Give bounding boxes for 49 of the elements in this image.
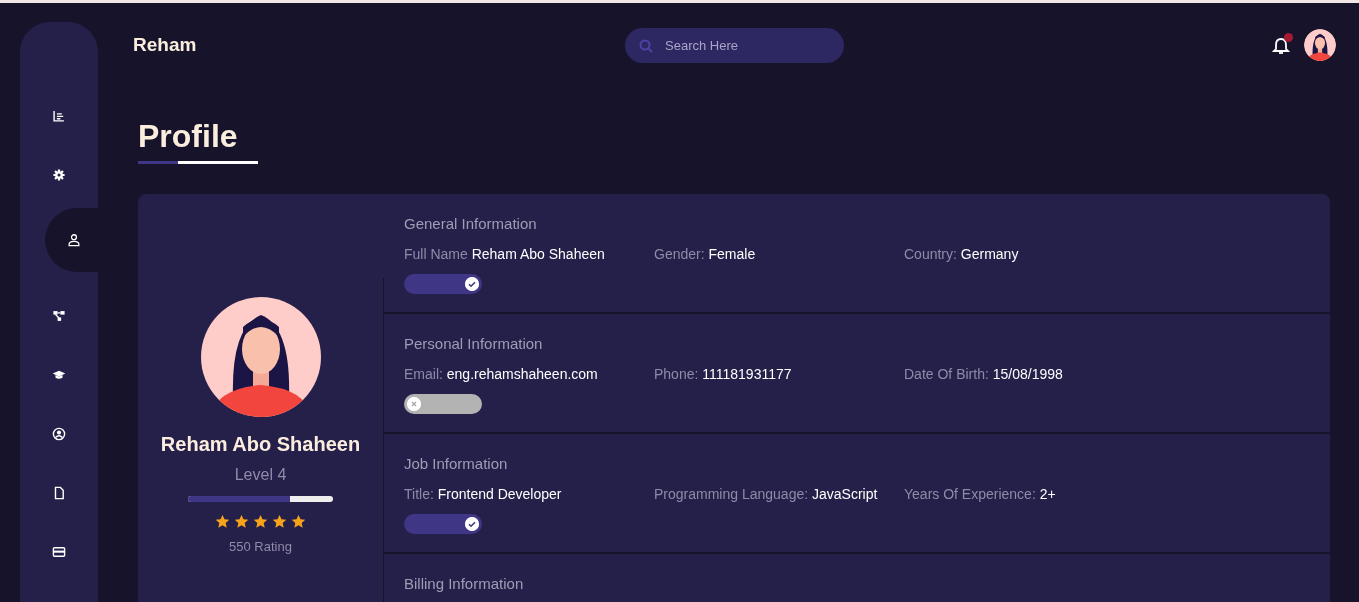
level-label: Level 4 xyxy=(234,466,287,484)
section-title: Job Information xyxy=(404,454,509,474)
field-label: Programming Language: xyxy=(654,486,809,502)
star-icon xyxy=(291,514,306,529)
field-value: 2+ xyxy=(1039,486,1056,502)
avatar-button[interactable] xyxy=(1304,29,1336,61)
field-value: Frontend Developer xyxy=(437,486,562,502)
rating-count: 550 Rating xyxy=(229,539,292,554)
field-value: eng.rehamshaheen.com xyxy=(446,366,598,382)
field-label: Date Of Birth: xyxy=(904,366,989,382)
star-icon xyxy=(234,514,249,529)
star-icon xyxy=(253,514,268,529)
section-title: Personal Information xyxy=(404,334,544,354)
field-value: Female xyxy=(708,246,756,262)
user-circle-icon xyxy=(52,426,66,441)
check-icon xyxy=(465,277,479,291)
close-icon xyxy=(407,397,421,411)
field-label: Full Name xyxy=(404,246,468,262)
field-value: JavaScript xyxy=(812,486,878,502)
field-label: Title: xyxy=(404,486,434,502)
field-value: 111181931177 xyxy=(702,366,792,382)
chart-icon xyxy=(52,108,66,123)
star-icon xyxy=(215,514,230,529)
toggle-switch[interactable] xyxy=(404,274,482,294)
field-label: Country: xyxy=(904,246,957,262)
field-label: Phone: xyxy=(654,366,699,382)
brand-name: Reham xyxy=(133,34,198,56)
field-label: Email: xyxy=(404,366,443,382)
user-icon xyxy=(67,233,81,247)
toggle-switch[interactable] xyxy=(404,514,482,534)
field-value: 15/08/1998 xyxy=(992,366,1063,382)
search-icon xyxy=(639,38,653,53)
toggle-switch[interactable] xyxy=(404,394,482,414)
file-icon xyxy=(52,485,66,500)
notification-bell[interactable] xyxy=(1270,34,1292,56)
gear-icon xyxy=(52,167,66,182)
section-title: General Information xyxy=(404,214,538,234)
field-label: Years Of Experience: xyxy=(904,486,1036,502)
section-title: Billing Information xyxy=(404,574,525,594)
field-value: Germany xyxy=(960,246,1019,262)
network-icon xyxy=(52,308,66,323)
page-title: Profile xyxy=(138,117,238,156)
field-label: Gender: xyxy=(654,246,705,262)
credit-card-icon xyxy=(52,544,66,559)
profile-name: Reham Abo Shaheen xyxy=(160,433,361,456)
star-icon xyxy=(272,514,287,529)
check-icon xyxy=(465,517,479,531)
field-value: Reham Abo Shaheen xyxy=(471,246,605,262)
search-field[interactable]: Search Here xyxy=(625,27,844,63)
